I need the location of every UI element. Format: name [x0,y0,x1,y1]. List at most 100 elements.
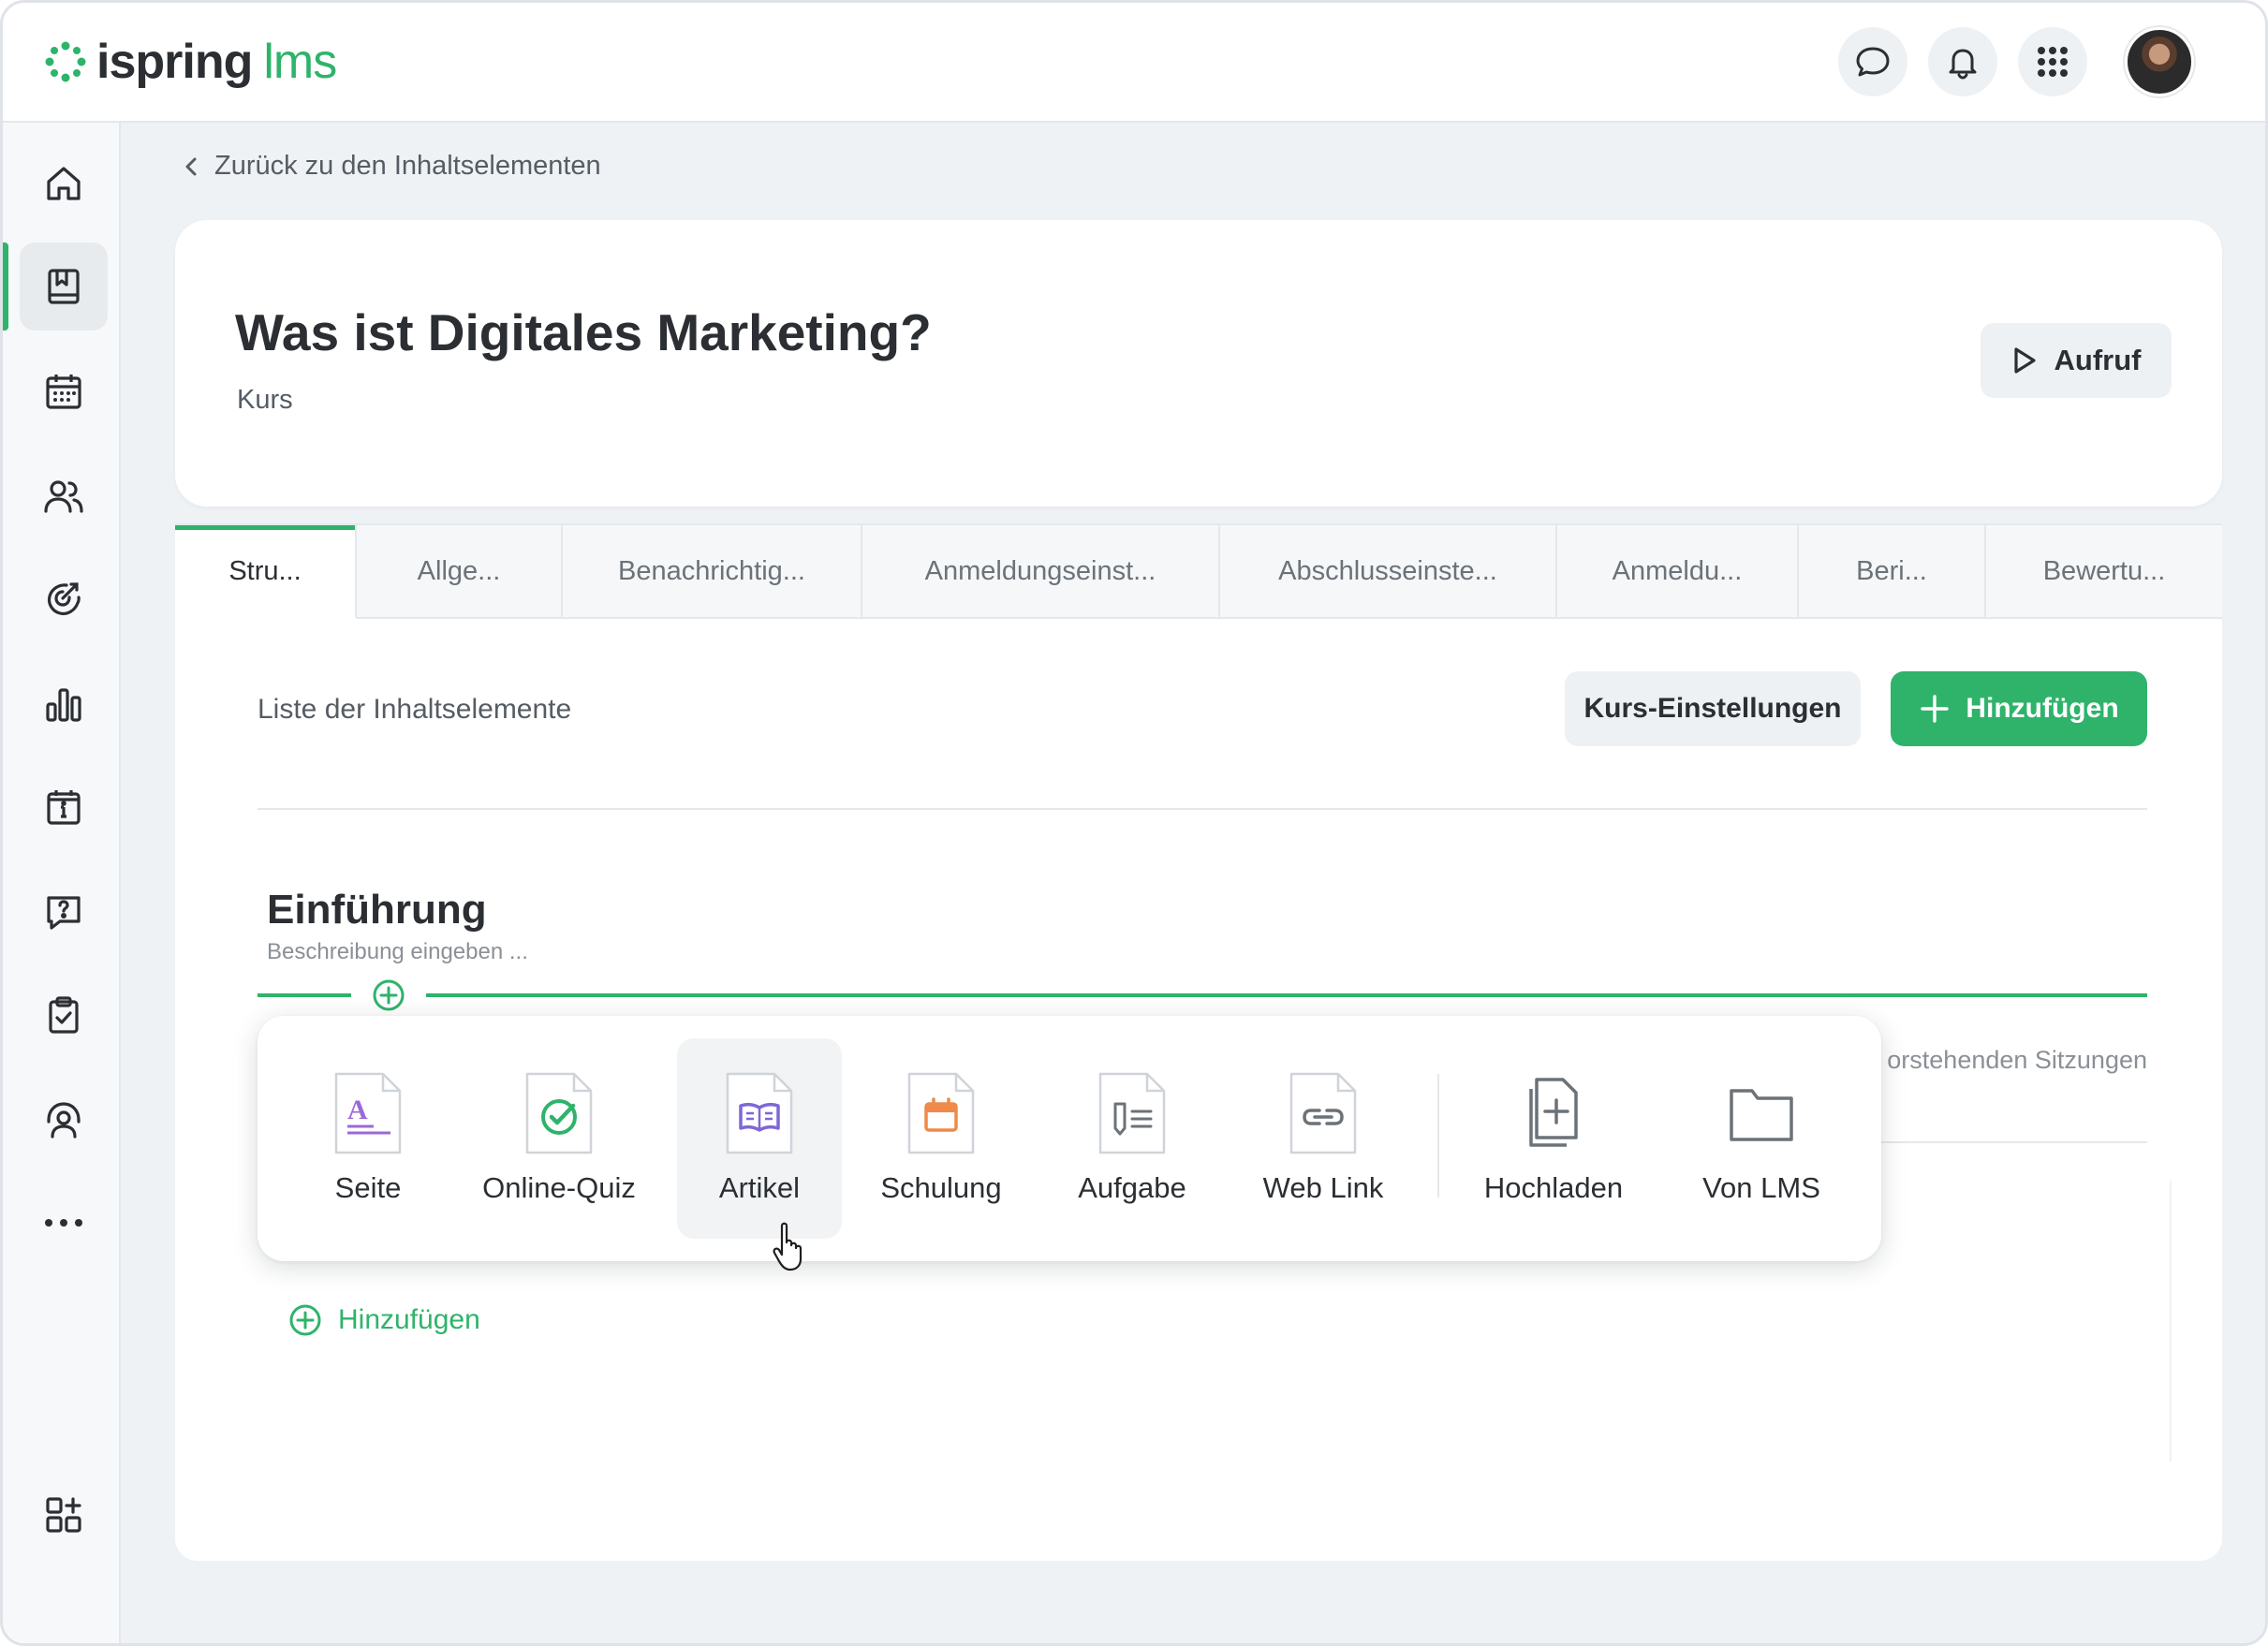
sidebar-item-help[interactable] [20,868,108,956]
play-icon [2013,347,2036,374]
plus-icon [1921,695,1950,723]
insert-line [258,993,351,997]
add-item-link[interactable]: Hinzufügen [287,1302,480,1338]
content-list-title: Liste der Inhaltselemente [258,694,572,725]
menu-item-online-quiz[interactable]: Online-Quiz [477,1038,641,1239]
add-content-menu: A Seite Online-Quiz Artikel Schulung Auf… [258,1016,1881,1261]
menu-item-from-lms[interactable]: Von LMS [1679,1038,1844,1239]
sidebar-item-home[interactable] [20,140,108,228]
sidebar-item-calendar[interactable] [20,347,108,435]
help-icon [47,896,81,930]
more-icon [45,1219,82,1227]
sidebar-item-info[interactable] [20,763,108,851]
tab-structure[interactable]: Stru... [175,525,357,619]
sidebar-item-reports[interactable] [20,660,108,748]
back-link-label: Zurück zu den Inhaltselementen [214,151,601,181]
tab-bar: Stru... Allge... Benachrichtig... Anmeld… [175,523,2222,619]
tab-label: Bewertu... [2042,555,2166,586]
logo-text: ispring lms [96,34,337,90]
tab-enrollment-settings[interactable]: Anmeldungseinst... [862,525,1220,619]
back-link[interactable]: Zurück zu den Inhaltselementen [183,151,601,182]
calendar-icon [46,375,81,409]
notifications-button[interactable] [1928,27,1997,96]
sidebar-item-content[interactable] [20,242,108,331]
sidebar-active-indicator [3,242,8,331]
tab-notifications[interactable]: Benachrichtig... [563,525,862,619]
insert-line [426,993,2147,997]
chat-button[interactable] [1838,27,1907,96]
users-icon [44,480,83,513]
tab-ratings[interactable]: Bewertu... [1986,525,2222,619]
section-title[interactable]: Einführung [267,887,487,933]
launch-button-label: Aufruf [2054,344,2142,376]
course-settings-button[interactable]: Kurs-Einstellungen [1565,671,1861,746]
tab-enrollments[interactable]: Anmeldu... [1557,525,1799,619]
tab-label: Anmeldu... [1612,555,1743,586]
sidebar-item-tasks[interactable] [20,971,108,1059]
page-title: Was ist Digitales Marketing? [235,303,932,361]
training-icon [907,1072,975,1154]
menu-item-label: Artikel [718,1171,801,1204]
tab-label: Beri... [1856,555,1927,586]
assignment-icon [1098,1072,1166,1154]
menu-item-label: Online-Quiz [482,1171,636,1204]
session-info-text: orstehenden Sitzungen [1887,1046,2147,1074]
add-item-link-label: Hinzufügen [338,1304,480,1335]
home-icon [47,167,81,200]
launch-button[interactable]: Aufruf [1981,323,2172,398]
menu-item-web-link[interactable]: Web Link [1241,1038,1406,1239]
sidebar-item-more[interactable] [20,1179,108,1267]
plus-circle-icon [289,1304,321,1336]
menu-item-assignment[interactable]: Aufgabe [1050,1038,1215,1239]
add-widget-icon [46,1497,81,1533]
menu-divider [1437,1074,1439,1198]
folder-icon [1730,1089,1793,1141]
sidebar-item-support[interactable] [20,1076,108,1164]
apps-button[interactable] [2018,27,2087,96]
sidebar-item-users[interactable] [20,452,108,540]
logo-icon [45,41,86,82]
avatar[interactable] [2125,27,2194,96]
goals-icon [47,582,81,616]
support-icon [47,1102,81,1139]
tab-general[interactable]: Allge... [357,525,563,619]
info-icon [47,790,81,825]
chevron-left-icon [185,157,197,175]
upload-icon [1529,1078,1578,1147]
tab-completion-settings[interactable]: Abschlusseinste... [1220,525,1557,619]
divider [258,808,2147,810]
svg-text:A: A [347,1095,368,1125]
insert-button[interactable] [370,977,407,1014]
app-window: ispring lms Zurück zu den Inhaltselement… [0,0,2268,1646]
content-library-icon [48,269,80,304]
tab-label: Benachrichtig... [618,555,805,586]
tab-label: Anmeldungseinst... [924,555,1156,586]
bell-icon [1949,49,1977,80]
menu-item-page[interactable]: A Seite [286,1038,450,1239]
menu-item-upload[interactable]: Hochladen [1471,1038,1636,1239]
section-description-input[interactable]: Beschreibung eingeben ... [267,939,528,965]
menu-item-label: Schulung [880,1171,1002,1204]
sidebar-item-add-widget[interactable] [20,1471,108,1559]
sidebar [3,123,121,1643]
tab-reports[interactable]: Beri... [1799,525,1986,619]
divider [2170,1181,2172,1462]
logo-word: ispring [96,35,253,89]
menu-item-article[interactable]: Artikel [677,1038,842,1239]
course-type-label: Kurs [237,385,293,415]
course-settings-label: Kurs-Einstellungen [1583,693,1842,724]
menu-item-label: Seite [334,1171,402,1204]
tab-label: Abschlusseinste... [1278,555,1497,586]
sidebar-item-goals[interactable] [20,555,108,643]
menu-item-label: Von LMS [1702,1171,1820,1204]
menu-item-label: Hochladen [1483,1171,1624,1204]
menu-item-label: Aufgabe [1078,1171,1186,1204]
tasks-icon [49,996,79,1034]
logo[interactable]: ispring lms [44,31,337,93]
quiz-icon [525,1072,593,1154]
add-button-label: Hinzufügen [1966,693,2119,724]
menu-item-label: Web Link [1262,1171,1384,1204]
menu-item-training[interactable]: Schulung [859,1038,1024,1239]
reports-icon [46,688,81,722]
add-button[interactable]: Hinzufügen [1891,671,2147,746]
